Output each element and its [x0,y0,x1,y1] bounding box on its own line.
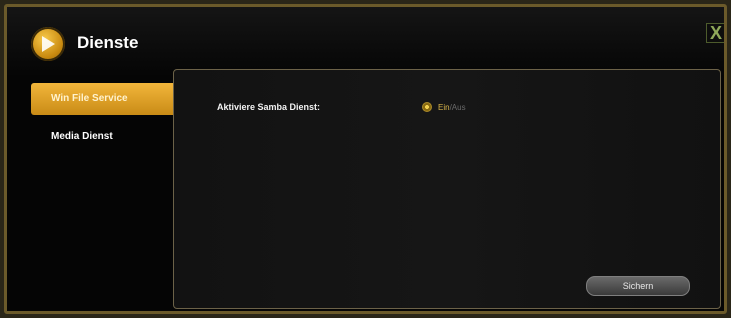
dialog-window: Dienste X Win File Service Media Dienst … [4,4,727,314]
sidebar-item-win-file-service[interactable]: Win File Service [31,83,185,115]
toggle-text: Ein/Aus [438,103,466,112]
close-button[interactable]: X [706,23,724,43]
sidebar-item-media-dienst[interactable]: Media Dienst [31,121,181,153]
radio-selected-icon[interactable] [422,102,432,112]
samba-toggle[interactable]: Ein/Aus [422,102,466,112]
sidebar: Win File Service Media Dienst [31,83,185,159]
save-button[interactable]: Sichern [586,276,690,296]
samba-field-label: Aktiviere Samba Dienst: [217,102,321,112]
dialog-header: Dienste X [7,7,724,77]
play-circle-icon [31,27,65,61]
settings-panel: Aktiviere Samba Dienst: Ein/Aus Sichern [173,69,721,309]
toggle-off-label[interactable]: Aus [452,103,466,112]
dialog-title: Dienste [77,33,139,52]
toggle-on-label[interactable]: Ein [438,103,450,112]
